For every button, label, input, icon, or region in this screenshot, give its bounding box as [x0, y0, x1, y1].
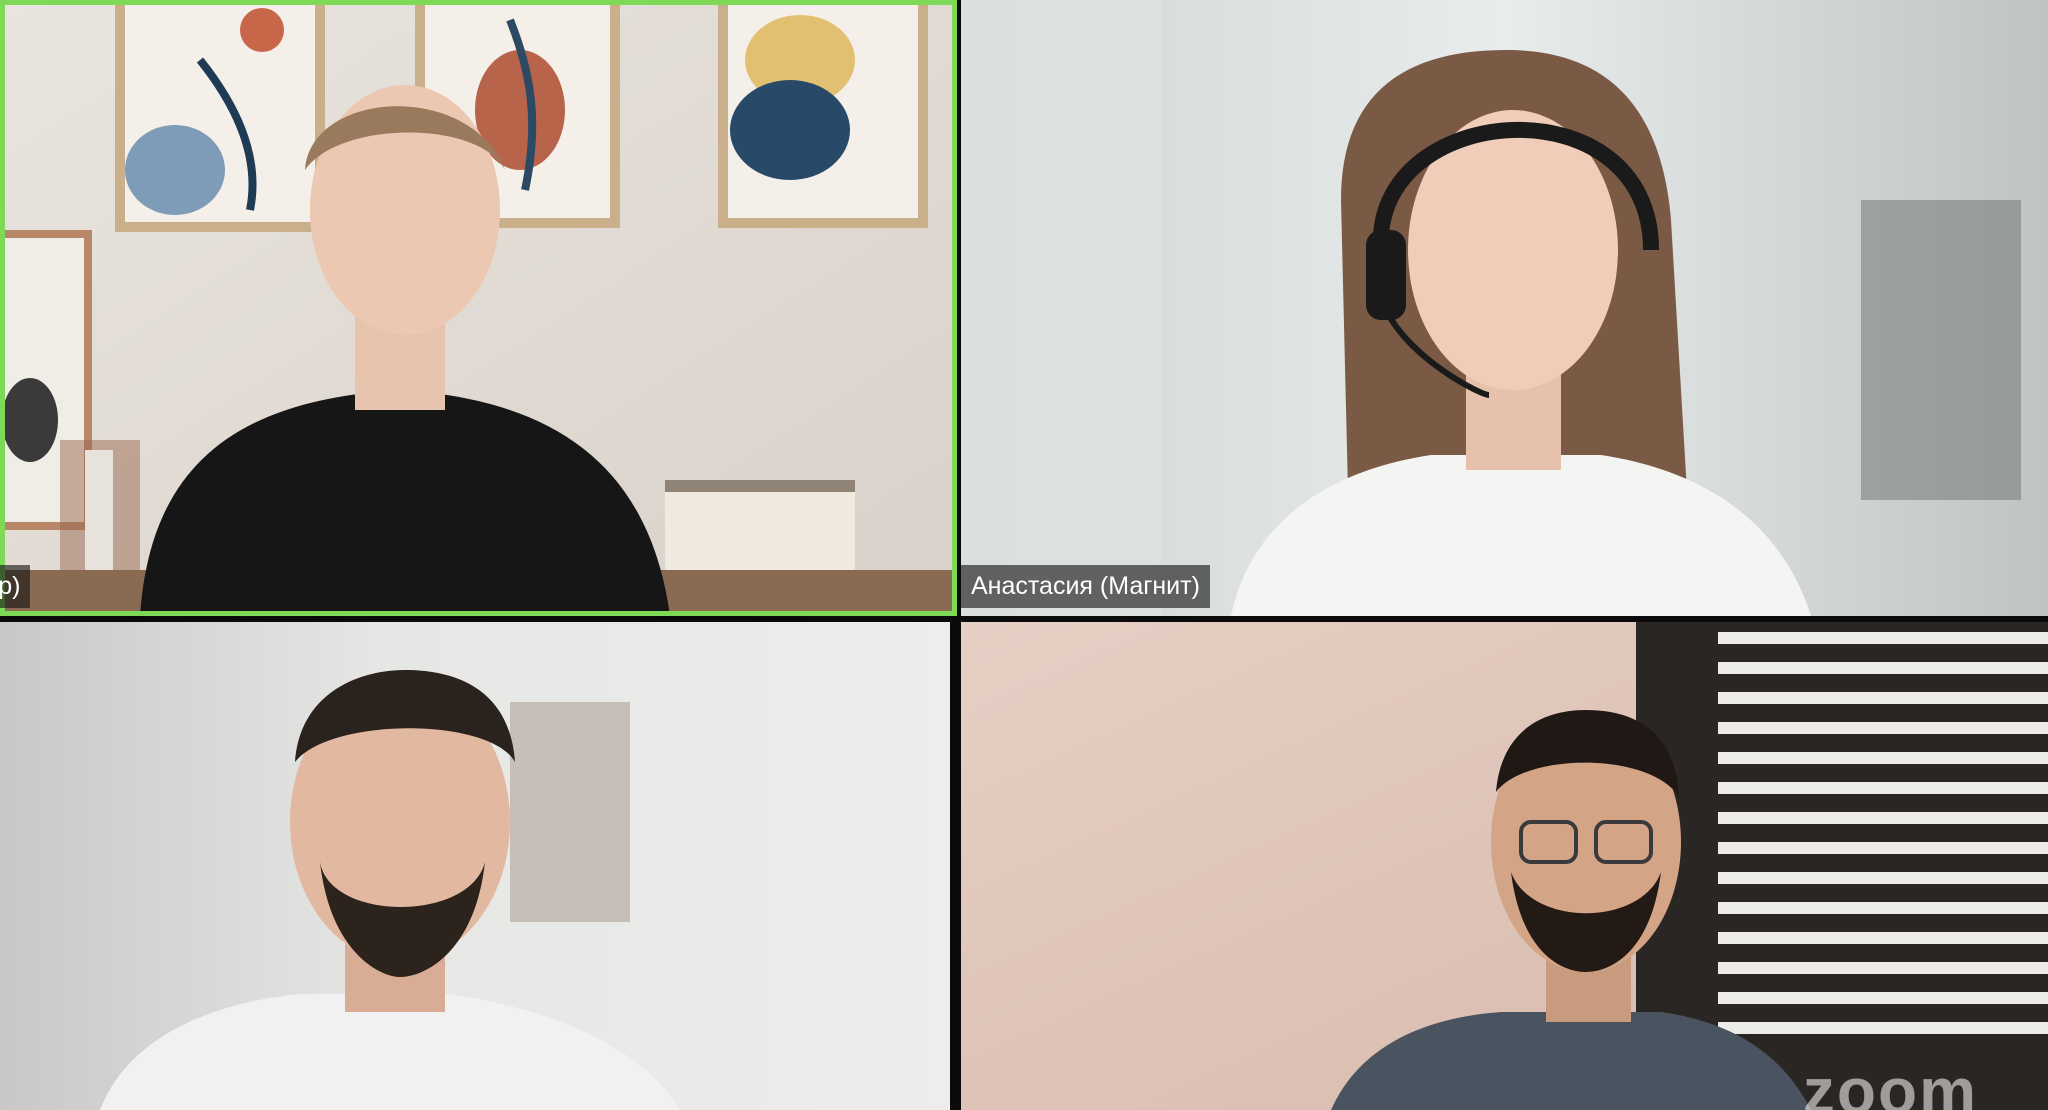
video-gallery: абр) Анастаси: [0, 0, 2048, 1110]
zoom-watermark-logo: zoom: [1802, 1055, 1978, 1110]
participant-1-video-feed: [0, 0, 957, 616]
participant-name-label: Анастасия (Магнит): [961, 565, 1210, 608]
participant-4-video-feed: [961, 622, 2048, 1110]
video-tile-participant-1[interactable]: абр): [0, 0, 957, 616]
participant-3-video-feed: [0, 622, 950, 1110]
video-tile-participant-4[interactable]: zoom: [961, 622, 2048, 1110]
participant-name-label: абр): [0, 565, 31, 608]
participant-2-video-feed: [961, 0, 2048, 616]
video-tile-participant-3[interactable]: [0, 622, 950, 1110]
video-tile-participant-2[interactable]: Анастасия (Магнит): [961, 0, 2048, 616]
